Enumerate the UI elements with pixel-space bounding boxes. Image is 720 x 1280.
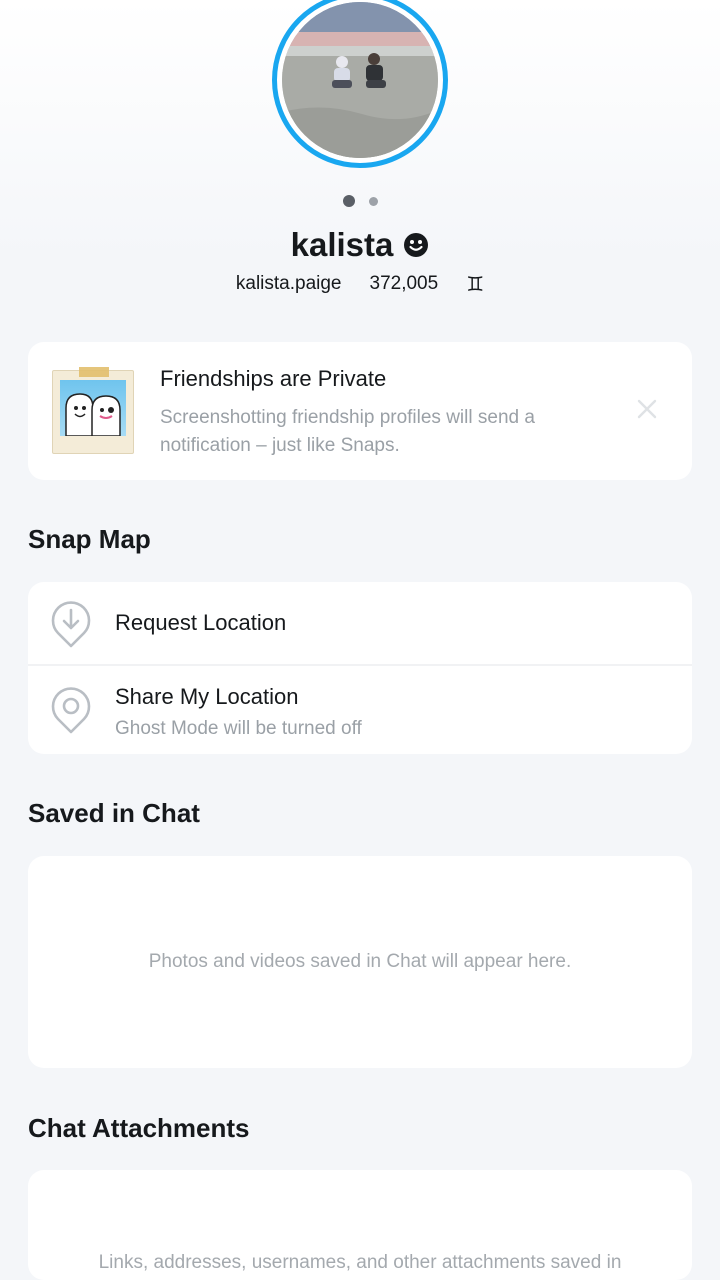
snap-map-section-title: Snap Map	[28, 524, 151, 554]
share-location-subtitle: Ghost Mode will be turned off	[115, 718, 362, 739]
username: kalista.paige	[235, 273, 342, 294]
profile-meta-row: kalista.paige 372,005 ♊	[0, 272, 720, 296]
share-location-row[interactable]: Share My Location Ghost Mode will be tur…	[28, 666, 692, 754]
location-request-icon	[51, 601, 91, 648]
photo-page-indicator	[0, 195, 720, 207]
request-location-label: Request Location	[115, 610, 287, 635]
display-name-row: kalista	[0, 226, 720, 264]
privacy-card-title: Friendships are Private	[160, 366, 387, 391]
beach-photo-illustration	[282, 2, 438, 158]
snap-map-card: Request Location Share My Location Ghost…	[28, 582, 692, 754]
saved-in-chat-section-title: Saved in Chat	[28, 798, 200, 828]
avatar-photo	[282, 2, 438, 158]
page-dot-active	[342, 195, 355, 207]
chat-attachments-section-title: Chat Attachments	[28, 1113, 250, 1143]
close-icon[interactable]	[636, 398, 658, 420]
chat-attachments-empty-text: Links, addresses, usernames, and other a…	[98, 1252, 622, 1273]
friendship-privacy-card: Friendships are Private Screenshotting f…	[28, 342, 692, 480]
display-name: kalista	[290, 226, 394, 263]
request-location-row[interactable]: Request Location	[28, 582, 692, 666]
tape-decoration	[79, 367, 109, 377]
saved-in-chat-card: Photos and videos saved in Chat will app…	[28, 856, 692, 1068]
profile-page: kalista kalista.paige 372,005 ♊ Friendsh…	[0, 0, 720, 1280]
avatar[interactable]	[272, 0, 448, 168]
chat-attachments-card: Links, addresses, usernames, and other a…	[28, 1170, 692, 1280]
location-pin-icon	[51, 687, 91, 734]
polaroid-friends-icon	[52, 367, 134, 454]
share-location-label: Share My Location	[115, 684, 299, 709]
zodiac-gemini-icon: ♊	[466, 272, 485, 296]
privacy-card-description: Screenshotting friendship profiles will …	[160, 407, 535, 456]
saved-in-chat-empty-text: Photos and videos saved in Chat will app…	[148, 951, 572, 972]
page-dot	[368, 196, 378, 206]
smile-icon	[404, 233, 429, 257]
snap-score: 372,005	[369, 273, 439, 294]
